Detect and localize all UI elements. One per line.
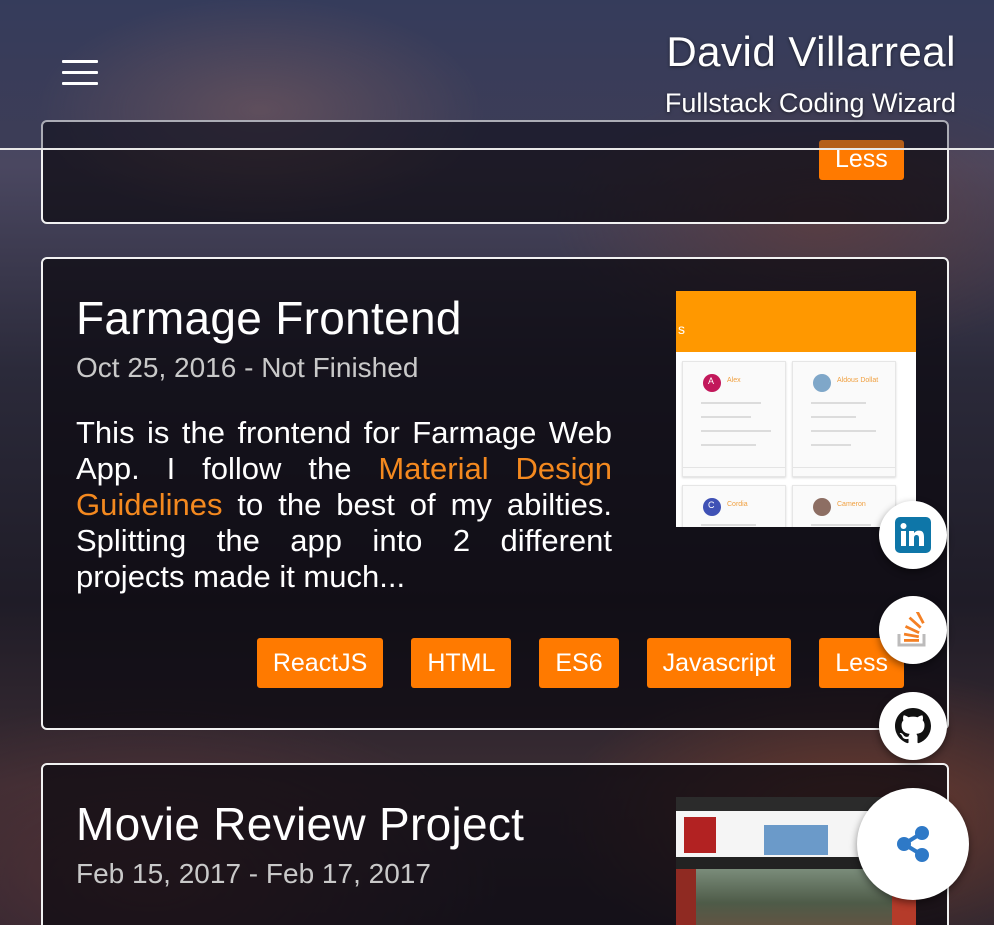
contact-name: Cameron: [837, 501, 866, 508]
avatar: [813, 374, 831, 392]
project-thumbnail[interactable]: s A Alex Aldous Dollat C Cordia Cameron: [676, 291, 916, 527]
thumbnail-app-bar-title: s: [678, 321, 685, 337]
project-card-movie-review: Movie Review Project Feb 15, 2017 - Feb …: [41, 763, 949, 925]
project-date: Oct 25, 2016 - Not Finished: [76, 352, 419, 383]
share-button[interactable]: [857, 788, 969, 900]
site-owner-name: David Villarreal: [666, 28, 956, 75]
tag-javascript[interactable]: Javascript: [646, 638, 792, 688]
project-description: This is the frontend for Farmage Web App…: [76, 415, 612, 595]
thumbnail-contact-card: Cameron: [792, 485, 896, 527]
project-date: Feb 15, 2017 - Feb 17, 2017: [76, 858, 431, 889]
avatar-initial: A: [708, 376, 715, 386]
contact-name: Alex: [727, 377, 741, 384]
avatar: [813, 498, 831, 516]
thumbnail-contact-card: Aldous Dollat: [792, 361, 896, 477]
project-tags: ReactJS HTML ES6 Javascript Less: [256, 638, 904, 688]
tag-es6[interactable]: ES6: [539, 638, 619, 688]
site-tagline: Fullstack Coding Wizard: [664, 88, 956, 118]
thumbnail-contact-card: A Alex: [682, 361, 786, 477]
thumbnail-contact-card: C Cordia: [682, 485, 786, 527]
contact-name: Aldous Dollat: [837, 377, 879, 384]
linkedin-icon: [895, 517, 931, 553]
site-header: David Villarreal Fullstack Coding Wizard: [0, 0, 994, 150]
project-card-farmage: Farmage Frontend Oct 25, 2016 - Not Fini…: [41, 257, 949, 730]
thumbnail-app-bar: s: [676, 291, 916, 352]
menu-icon[interactable]: [62, 60, 100, 86]
github-icon: [895, 708, 931, 744]
stackoverflow-icon: [897, 612, 926, 647]
linkedin-button[interactable]: [879, 501, 947, 569]
project-title: Movie Review Project: [76, 798, 525, 850]
github-button[interactable]: [879, 692, 947, 760]
avatar-initial: C: [708, 500, 715, 510]
contact-name: Cordia: [727, 501, 748, 508]
tag-html[interactable]: HTML: [411, 638, 512, 688]
tag-reactjs[interactable]: ReactJS: [256, 638, 384, 688]
stackoverflow-button[interactable]: [879, 596, 947, 664]
project-title: Farmage Frontend: [76, 292, 462, 344]
share-icon: [897, 826, 929, 862]
